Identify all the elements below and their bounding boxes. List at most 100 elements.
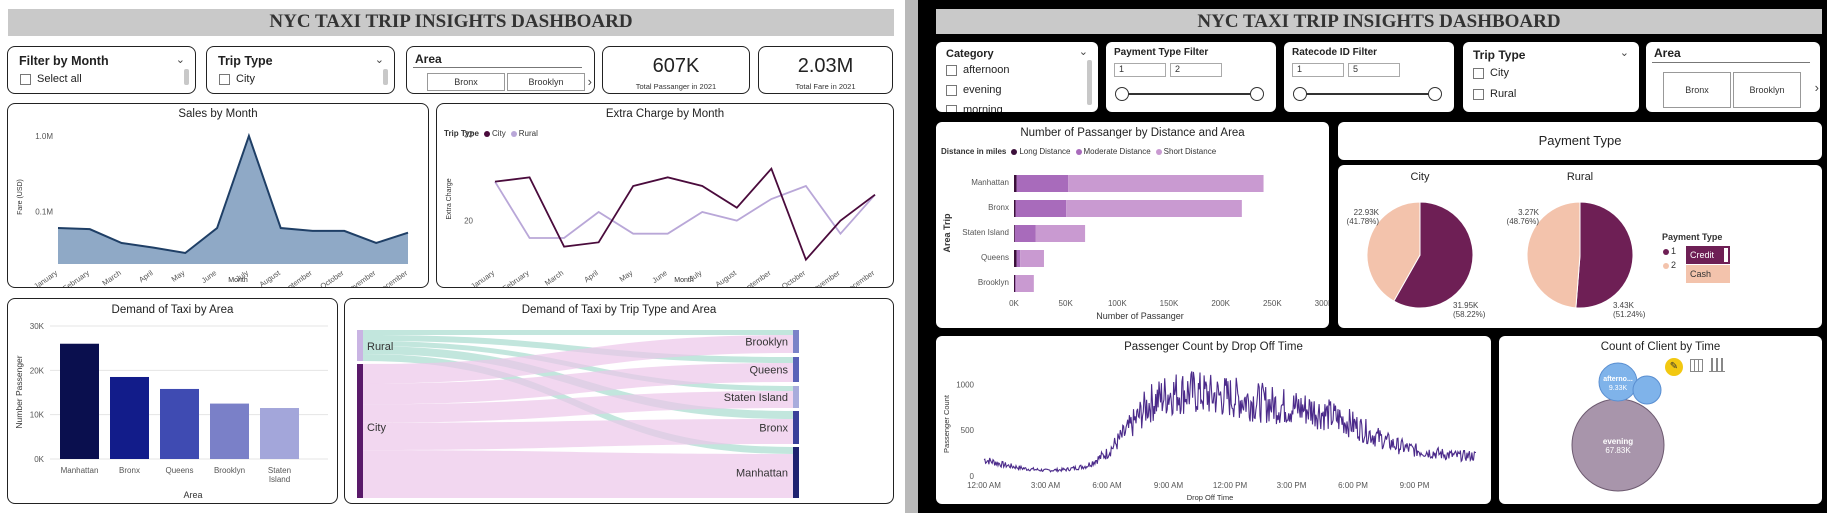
payment-type-filter[interactable]: Payment Type Filter 1 2 — [1106, 42, 1276, 112]
section-title: Payment Type — [1538, 133, 1622, 148]
dashboard-title: NYC TAXI TRIP INSIGHTS DASHBOARD — [936, 9, 1822, 34]
bar-brooklyn — [210, 403, 249, 459]
area-slicer[interactable]: Area Bronx Brooklyn › — [1646, 42, 1820, 112]
ratecode-max-input[interactable]: 5 — [1348, 63, 1400, 77]
checkbox[interactable] — [20, 73, 31, 85]
checkbox[interactable] — [1473, 67, 1484, 79]
x-tick-label: November — [344, 268, 378, 288]
chevron-down-icon[interactable]: ⌄ — [176, 53, 185, 66]
chevron-right-icon[interactable]: › — [588, 74, 592, 89]
payment-table-scroll[interactable] — [1724, 248, 1728, 262]
x-tick-label: 100K — [1108, 299, 1127, 308]
morning-option[interactable]: morning — [946, 104, 1003, 112]
y-tick-label: 0K — [34, 455, 44, 464]
checkbox[interactable] — [946, 64, 957, 76]
table-icon[interactable] — [1690, 359, 1703, 372]
select-all-option[interactable]: Select all — [20, 73, 82, 85]
x-tick-label: May — [170, 268, 187, 284]
y-tick-label: 10K — [30, 411, 45, 420]
x-tick-label: Bronx — [119, 466, 140, 475]
slider-handle-max[interactable] — [1428, 87, 1442, 101]
scrollbar[interactable] — [1087, 60, 1092, 105]
kpi-total-passenger: 607K Total Passanger in 2021 — [602, 46, 750, 94]
bar-segment-moderate-distance — [1015, 275, 1017, 292]
checkbox[interactable] — [946, 84, 957, 96]
sankey-target-node — [793, 411, 799, 444]
checkbox[interactable] — [219, 73, 230, 85]
trip-type-slicer[interactable]: Trip Type ⌄ City — [206, 46, 395, 94]
checkbox[interactable] — [946, 104, 957, 112]
trip-type-slicer[interactable]: Trip Type ⌄ City Rural — [1463, 42, 1639, 112]
x-tick-label: May — [618, 268, 635, 284]
bar-segment-moderate-distance — [1016, 250, 1021, 267]
slice-percent-label: (48.76%) — [1507, 217, 1540, 226]
area-tile-bronx[interactable]: Bronx — [427, 73, 505, 91]
x-tick-label: September — [737, 268, 773, 288]
chevron-down-icon[interactable]: ⌄ — [1079, 45, 1088, 58]
right-dashboard-pane: NYC TAXI TRIP INSIGHTS DASHBOARD Categor… — [918, 0, 1827, 513]
sankey-target-label: Staten Island — [724, 392, 788, 404]
slider-track[interactable] — [1121, 93, 1256, 95]
x-tick-label: August — [258, 268, 283, 288]
bar-segment-short-distance — [1068, 175, 1264, 192]
sankey-target-node — [793, 330, 799, 353]
city-option[interactable]: City — [1473, 67, 1509, 79]
bar-segment-long-distance — [1014, 200, 1016, 217]
area-tile-brooklyn[interactable]: Brooklyn — [1733, 72, 1801, 108]
legend-item-1: 1 — [1658, 246, 1676, 256]
area-tile-bronx[interactable]: Bronx — [1663, 72, 1731, 108]
payment-max-input[interactable]: 2 — [1170, 63, 1222, 77]
x-tick-label: Staten — [268, 466, 291, 475]
bubble-plot: evening67.83K afterno... 9.33K — [1571, 362, 1665, 492]
bar-bronx — [110, 376, 149, 459]
filter-by-month-slicer[interactable]: Filter by Month ⌄ Select all — [7, 46, 196, 94]
scrollbar[interactable] — [383, 69, 388, 85]
divider — [413, 67, 582, 68]
ratecode-id-filter[interactable]: Ratecode ID Filter 1 5 — [1284, 42, 1454, 112]
bar-segment-short-distance — [1035, 225, 1086, 242]
afternoon-option[interactable]: afternoon — [946, 64, 1009, 76]
slider-track[interactable] — [1299, 93, 1434, 95]
kpi-value: 2.03M — [797, 55, 854, 77]
sankey-target-label: Manhattan — [736, 468, 788, 480]
demand-by-area-chart: Demand of Taxi by Area 30K 20K 10K 0K Manhat… — [7, 298, 338, 504]
sales-area-plot: 1.0M 0.1M January February March April May June… — [17, 132, 410, 288]
sankey-target-node — [793, 386, 799, 408]
x-tick-label: 50K — [1059, 299, 1074, 308]
payment-table-cash[interactable]: Cash — [1686, 265, 1730, 283]
x-tick-label: February — [61, 268, 91, 288]
slider-handle-max[interactable] — [1250, 87, 1264, 101]
slider-handle-min[interactable] — [1115, 87, 1129, 101]
passenger-line — [983, 371, 1477, 473]
ratecode-min-input[interactable]: 1 — [1292, 63, 1344, 77]
area-tile-brooklyn[interactable]: Brooklyn — [507, 73, 585, 91]
sankey-source-node — [357, 330, 363, 361]
evening-option[interactable]: evening — [946, 84, 1002, 96]
chevron-down-icon[interactable]: ⌄ — [375, 53, 384, 66]
slider-handle-min[interactable] — [1293, 87, 1307, 101]
area-slicer[interactable]: Area Bronx Brooklyn › — [406, 46, 595, 94]
pie-title: Rural — [1567, 171, 1593, 183]
x-tick-label: April — [137, 268, 155, 284]
city-option[interactable]: City — [219, 73, 255, 85]
pencil-icon[interactable]: ✎ — [1665, 358, 1683, 376]
payment-min-input[interactable]: 1 — [1114, 63, 1166, 77]
payment-type-pies: City 31.95K (58.22%) 22.93K (41.78%) Rural 3.4… — [1338, 165, 1822, 328]
chevron-right-icon[interactable]: › — [1815, 80, 1819, 95]
x-tick-label: August — [714, 268, 739, 288]
chevron-down-icon[interactable]: ⌄ — [1620, 46, 1629, 59]
category-slicer[interactable]: Category ⌄ afternoon evening morning — [936, 42, 1098, 112]
passenger-by-dropoff-chart: Passenger Count by Drop Off Time 1000 500… — [936, 336, 1491, 504]
scrollbar[interactable] — [184, 69, 189, 85]
kpi-total-fare: 2.03M Total Fare in 2021 — [758, 46, 893, 94]
x-tick-label: January — [469, 268, 496, 288]
pie-slice-1 — [1575, 201, 1634, 309]
bar-segment-long-distance — [1014, 225, 1015, 242]
checkbox[interactable] — [1473, 88, 1484, 100]
x-tick-label: 150K — [1160, 299, 1179, 308]
chart-icon[interactable] — [1709, 358, 1725, 372]
sales-by-month-chart: Sales by Month 1.0M 0.1M January February Ma… — [7, 103, 429, 288]
rural-option[interactable]: Rural — [1473, 88, 1516, 100]
bubble-label: afterno... — [1603, 376, 1633, 383]
sankey-target-label: Bronx — [759, 423, 788, 435]
